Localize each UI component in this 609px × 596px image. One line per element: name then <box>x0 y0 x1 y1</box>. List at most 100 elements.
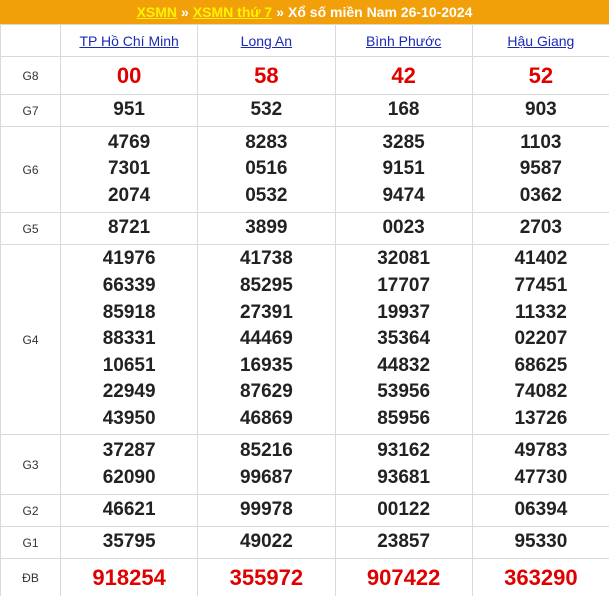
prize-number: 58 <box>254 62 279 88</box>
province-header: Bình Phước <box>334 24 473 57</box>
prize-number: 951 <box>113 99 145 121</box>
prize-number: 42 <box>391 62 416 88</box>
prize-number: 13726 <box>514 407 568 429</box>
prize-number: 7301 <box>107 158 151 180</box>
prize-number: 168 <box>387 99 420 121</box>
prize-number: 85956 <box>377 407 431 429</box>
prize-number: 3899 <box>245 217 288 239</box>
prize-number: 0023 <box>382 217 425 239</box>
province-link-long-an[interactable]: Long An <box>241 33 292 49</box>
prize-cell: 2703 <box>471 212 609 245</box>
prize-number: 532 <box>250 99 283 121</box>
prize-number: 2074 <box>107 184 151 206</box>
prize-number: 10651 <box>102 354 156 376</box>
prize-number: 99687 <box>239 466 293 488</box>
prize-row-g1: G1 35795 49022 23857 95330 <box>0 526 609 559</box>
prize-number: 43950 <box>102 407 156 429</box>
prize-cell: 0023 <box>334 212 473 245</box>
corner-cell <box>0 24 61 57</box>
province-header: Hậu Giang <box>471 24 609 57</box>
prize-cell: 23857 <box>334 526 473 559</box>
prize-cell: 32081 17707 19937 35364 44832 53956 85956 <box>334 244 473 435</box>
prize-number: 93681 <box>377 466 431 488</box>
prize-number: 46869 <box>239 407 293 429</box>
prize-row-g3: G3 37287 62090 85216 99687 93162 93681 49783 477… <box>0 434 609 495</box>
prize-number: 16935 <box>239 354 293 376</box>
prize-number: 49783 <box>514 439 568 461</box>
prize-number: 95330 <box>514 531 568 553</box>
prize-row-g2: G2 46621 99978 00122 06394 <box>0 494 609 527</box>
prize-number: 8721 <box>107 217 151 239</box>
prize-number: 19937 <box>377 301 431 323</box>
prize-row-g6: G6 4769 7301 2074 8283 0516 0532 3285 9151 9474 11… <box>0 126 609 213</box>
prize-cell: 41402 77451 11332 02207 68625 74082 13726 <box>471 244 609 435</box>
prize-cell: 52 <box>471 56 609 95</box>
prize-cell: 3899 <box>197 212 336 245</box>
prize-number: 02207 <box>514 328 568 350</box>
prize-cell: 41976 66339 85918 88331 10651 22949 43950 <box>59 244 199 435</box>
breadcrumb: XSMN » XSMN thứ 7 » Xổ số miền Nam 26-10… <box>0 0 609 24</box>
prize-label: G4 <box>0 244 61 435</box>
province-header: TP Hồ Chí Minh <box>59 24 199 57</box>
prize-cell: 918254 <box>59 558 199 596</box>
prize-number: 2703 <box>519 217 563 239</box>
prize-number: 11332 <box>514 301 567 323</box>
prize-number: 918254 <box>92 564 166 590</box>
prize-number: 4769 <box>107 131 151 153</box>
prize-number: 37287 <box>102 439 156 461</box>
prize-number: 355972 <box>229 564 304 590</box>
prize-number: 35364 <box>377 328 431 350</box>
prize-cell: 8721 <box>59 212 199 245</box>
prize-cell: 58 <box>197 56 336 95</box>
prize-number: 17707 <box>377 275 431 297</box>
breadcrumb-link-xsmn-saturday[interactable]: XSMN thứ 7 <box>193 4 272 20</box>
prize-number: 46621 <box>102 499 156 521</box>
breadcrumb-link-xsmn[interactable]: XSMN <box>137 4 177 20</box>
prize-row-g7: G7 951 532 168 903 <box>0 94 609 127</box>
province-link-binh-phuoc[interactable]: Bình Phước <box>366 33 441 49</box>
prize-number: 44469 <box>239 328 293 350</box>
prize-number: 0516 <box>245 158 288 180</box>
prize-number: 9151 <box>382 158 425 180</box>
prize-number: 363290 <box>504 564 578 590</box>
prize-number: 1103 <box>520 131 562 153</box>
prize-row-db: ĐB 918254 355972 907422 363290 <box>0 558 609 596</box>
province-link-hcm[interactable]: TP Hồ Chí Minh <box>79 33 178 49</box>
prize-cell: 35795 <box>59 526 199 559</box>
breadcrumb-separator: » <box>276 4 284 20</box>
prize-number: 99978 <box>239 499 293 521</box>
prize-number: 85295 <box>239 275 293 297</box>
prize-number: 00 <box>116 62 142 88</box>
results-table: TP Hồ Chí Minh Long An Bình Phước Hậu Gi… <box>0 24 609 596</box>
prize-number: 87629 <box>239 381 293 403</box>
prize-number: 85216 <box>239 439 293 461</box>
prize-number: 8283 <box>245 131 288 153</box>
prize-number: 85918 <box>102 301 156 323</box>
prize-number: 3285 <box>382 131 425 153</box>
prize-number: 903 <box>525 99 557 121</box>
prize-number: 06394 <box>514 499 568 521</box>
prize-cell: 95330 <box>471 526 609 559</box>
prize-label: G1 <box>0 526 61 559</box>
prize-cell: 907422 <box>334 558 473 596</box>
breadcrumb-separator: » <box>181 4 189 20</box>
prize-cell: 3285 9151 9474 <box>334 126 473 213</box>
prize-cell: 951 <box>59 94 199 127</box>
prize-number: 93162 <box>377 439 431 461</box>
prize-cell: 41738 85295 27391 44469 16935 87629 46869 <box>197 244 336 435</box>
prize-label: G2 <box>0 494 61 527</box>
prize-cell: 46621 <box>59 494 199 527</box>
prize-number: 35795 <box>102 531 156 553</box>
prize-cell: 42 <box>334 56 473 95</box>
prize-cell: 4769 7301 2074 <box>59 126 199 213</box>
prize-number: 0362 <box>519 184 563 206</box>
province-link-hau-giang[interactable]: Hậu Giang <box>507 33 574 49</box>
prize-number: 907422 <box>366 564 441 590</box>
prize-number: 0532 <box>245 184 288 206</box>
prize-number: 74082 <box>514 381 568 403</box>
prize-cell: 363290 <box>471 558 609 596</box>
prize-number: 53956 <box>377 381 431 403</box>
prize-label: G3 <box>0 434 61 495</box>
prize-number: 22949 <box>102 381 156 403</box>
province-header-row: TP Hồ Chí Minh Long An Bình Phước Hậu Gi… <box>0 24 609 57</box>
